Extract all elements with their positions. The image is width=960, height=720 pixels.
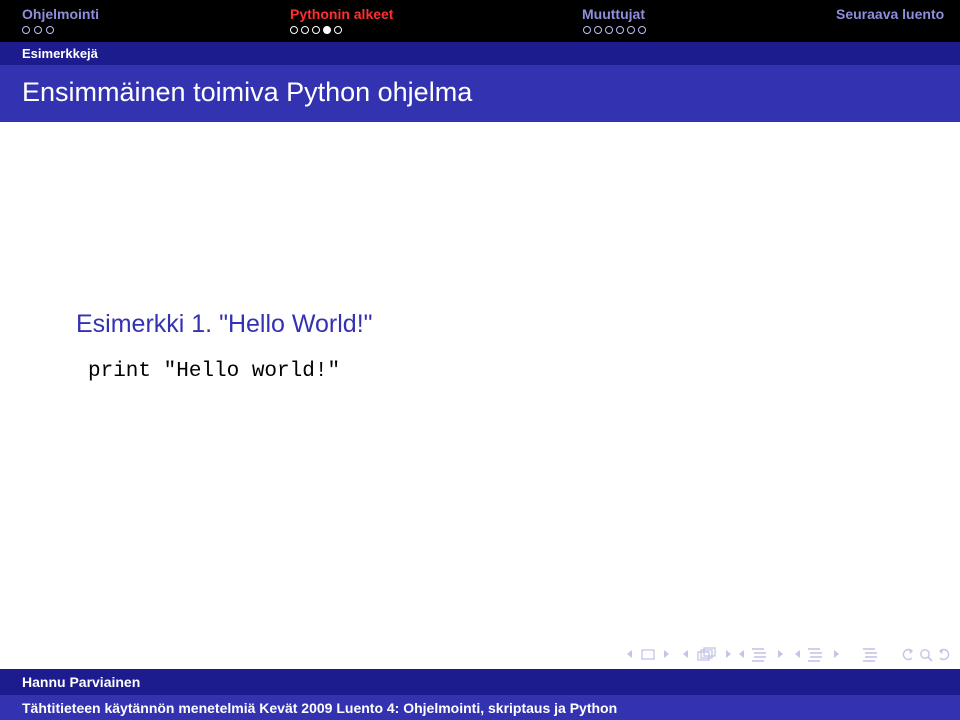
nav-document-icon[interactable] — [860, 645, 880, 663]
nav-frame-dot[interactable] — [46, 26, 54, 34]
nav-section-pythonin-alkeet[interactable]: Pythonin alkeet — [290, 6, 393, 22]
nav-frame-dot[interactable] — [312, 26, 320, 34]
nav-section-ohjelmointi[interactable]: Ohjelmointi — [22, 6, 99, 22]
nav-frame-dot[interactable] — [334, 26, 342, 34]
frame-title-bar: Ensimmäinen toimiva Python ohjelma — [0, 65, 960, 122]
nav-slide-icon[interactable] — [624, 645, 672, 663]
nav-frame-dot[interactable] — [605, 26, 613, 34]
author-name: Hannu Parviainen — [22, 674, 141, 690]
nav-subsection-icon[interactable] — [736, 645, 788, 663]
subsection-bar: Esimerkkejä — [0, 42, 960, 65]
nav-frame-dot[interactable] — [627, 26, 635, 34]
nav-frame-dot[interactable] — [301, 26, 309, 34]
nav-frame-icon[interactable] — [680, 645, 736, 663]
example-title: Esimerkki 1. "Hello World!" — [76, 310, 373, 338]
nav-search-icon[interactable] — [900, 645, 952, 663]
nav-frame-dot[interactable] — [583, 26, 591, 34]
nav-frame-dot[interactable] — [616, 26, 624, 34]
footer-author-bar: Hannu Parviainen — [0, 669, 960, 695]
nav-frame-dot[interactable] — [290, 26, 298, 34]
nav-section-seuraava-luento[interactable]: Seuraava luento — [836, 6, 944, 22]
nav-frame-dot-current[interactable] — [323, 26, 331, 34]
nav-frame-dot[interactable] — [594, 26, 602, 34]
nav-frame-dot[interactable] — [22, 26, 30, 34]
footer-title-bar: Tähtitieteen käytännön menetelmiä Kevät … — [0, 695, 960, 720]
navigation-symbols — [624, 645, 954, 665]
frame-title: Ensimmäinen toimiva Python ohjelma — [22, 77, 473, 107]
nav-frame-dot[interactable] — [638, 26, 646, 34]
subsection-label[interactable]: Esimerkkejä — [22, 46, 98, 61]
nav-section-icon[interactable] — [792, 645, 844, 663]
section-navigation-bar: Ohjelmointi Pythonin alkeet Muuttujat Se… — [0, 0, 960, 42]
presentation-title: Tähtitieteen käytännön menetelmiä Kevät … — [22, 700, 618, 716]
nav-section-muuttujat[interactable]: Muuttujat — [582, 6, 645, 22]
nav-frame-dot[interactable] — [34, 26, 42, 34]
code-block: print "Hello world!" — [88, 360, 341, 383]
